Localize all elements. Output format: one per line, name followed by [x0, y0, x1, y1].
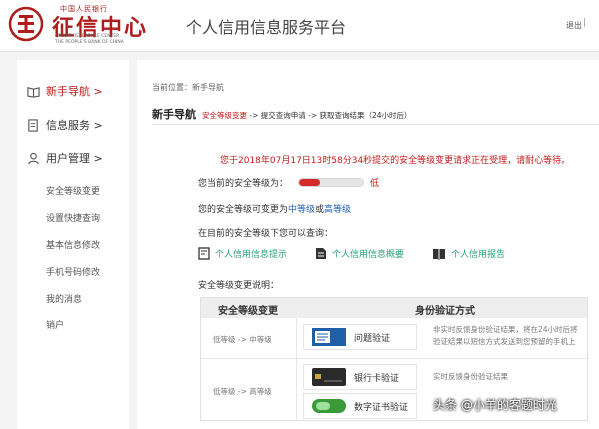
document-icon [28, 118, 38, 132]
question-verification-option[interactable]: 问题验证 [303, 324, 417, 350]
sub-item-basic-info-edit[interactable]: 基本信息修改 [46, 238, 100, 251]
column-divider [296, 318, 297, 420]
bank-card-verification-option[interactable]: 银行卡验证 [303, 364, 417, 390]
page-title: 新手导航 [152, 108, 196, 121]
bank-card-verification-label: 银行卡验证 [354, 373, 400, 384]
query-intro: 在目前的安全等级下您可以查询： [198, 229, 334, 239]
sidebar-item-user-management[interactable]: 用户管理 > [27, 150, 103, 166]
high-level-link[interactable]: 高等级 [324, 205, 351, 215]
digital-cert-verification-option[interactable]: 数字证书验证 [303, 393, 417, 419]
sidebar-item-info-service[interactable]: 信息服务 > [27, 117, 103, 133]
breadcrumb: 当前位置：新手导航 [152, 83, 224, 92]
watermark: 头条 @小羊的客题时光 [433, 398, 557, 412]
sidebar-item-label: 信息服务 > [46, 119, 103, 132]
user-icon [28, 152, 39, 164]
process-steps: 安全等级变更 -> 提交查询申请 -> 获取查询结果（24小时后） [202, 110, 412, 121]
change-to-row: 您的安全等级可变更为中等级或高等级 [198, 202, 351, 215]
table-header: 安全等级变更 身份验证方式 [201, 298, 587, 318]
logout-link[interactable]: 退出 [566, 20, 582, 31]
row-divider [201, 358, 587, 359]
doc-list-icon [316, 248, 327, 259]
current-level-label: 您当前的安全等级为： [198, 179, 289, 189]
sub-item-security-level-change[interactable]: 安全等级变更 [46, 184, 100, 197]
level-change-low-to-medium: 低等级 -> 中等级 [213, 335, 272, 344]
sub-item-my-messages[interactable]: 我的消息 [46, 292, 82, 305]
credit-info-summary-link[interactable]: 个人信用信息概要 [315, 247, 404, 260]
remaining-steps: -> 提交查询申请 -> 获取查询结果（24小时后） [247, 111, 412, 120]
sub-item-quick-query-setup[interactable]: 设置快捷查询 [46, 211, 100, 224]
question-verification-desc-line2: 验证结果以短信方式发送到您预留的手机上 [433, 337, 576, 346]
table-header-level-change: 安全等级变更 [218, 306, 278, 317]
current-level-value: 低 [370, 179, 380, 189]
open-book-icon [27, 86, 40, 98]
header: 中国人民银行 征信中心 CREDIT REFERENCE CENTER THE … [0, 0, 599, 52]
sub-item-close-account[interactable]: 销户 [46, 318, 64, 331]
logo-en-line2: THE PEOPLE'S BANK OF CHINA [55, 40, 124, 45]
bank-card-verification-desc: 实时反馈身份验证结果 [433, 372, 508, 381]
doc-check-icon [198, 247, 210, 260]
main-panel: 当前位置：新手导航 新手导航 安全等级变更 -> 提交查询申请 -> 获取查询结… [137, 60, 599, 429]
security-level-bar-fill [299, 179, 321, 186]
credit-info-hint-link[interactable]: 个人信用信息提示 [198, 247, 287, 260]
current-step: 安全等级变更 [202, 111, 247, 120]
sub-item-phone-number-edit[interactable]: 手机号码修改 [46, 265, 100, 278]
table-header-verification: 身份验证方式 [415, 306, 475, 317]
query-links: 个人信用信息提示 个人信用信息概要 个人信用报告 [198, 247, 533, 260]
medium-level-link[interactable]: 中等级 [288, 205, 315, 215]
bank-card-icon [312, 368, 346, 386]
section-header: 新手导航 安全等级变更 -> 提交查询申请 -> 获取查询结果（24小时后） [152, 106, 412, 122]
book-icon [433, 248, 446, 260]
change-to-or: 或 [315, 205, 325, 215]
security-level-bar [298, 178, 365, 187]
digital-cert-icon [312, 399, 346, 413]
credit-report-link[interactable]: 个人信用报告 [432, 247, 505, 260]
sidebar-item-label: 用户管理 > [46, 152, 103, 165]
credit-info-hint-label: 个人信用信息提示 [215, 250, 288, 260]
explain-title: 安全等级变更说明： [198, 281, 280, 291]
site-title: 个人信用信息服务平台 [186, 18, 347, 37]
question-verification-desc-line1: 非实时反馈身份验证结果，将在24小时后将 [433, 325, 578, 334]
sidebar-item-label: 新手导航 > [46, 85, 103, 98]
change-to-prefix: 您的安全等级可变更为 [198, 205, 289, 215]
sidebar-item-newbie-guide[interactable]: 新手导航 > [27, 83, 103, 99]
header-divider [152, 124, 599, 125]
credit-report-label: 个人信用报告 [451, 250, 506, 260]
question-card-icon [312, 328, 346, 346]
question-verification-label: 问题验证 [354, 333, 391, 344]
sidebar: 新手导航 > 信息服务 > 用户管理 > 安全等级变更 设置快捷查询 基本信息修… [17, 60, 129, 429]
level-change-low-to-high: 低等级 -> 高等级 [213, 387, 272, 396]
credit-info-summary-label: 个人信用信息概要 [332, 250, 405, 260]
header-separator: | [583, 18, 587, 28]
pboc-seal-icon [8, 6, 44, 42]
logo-en-line1: CREDIT REFERENCE CENTER [55, 34, 120, 39]
pending-notice: 您于2018年07月17日13时58分34秒提交的安全等级变更请求正在受理，请耐… [220, 156, 571, 166]
digital-cert-verification-label: 数字证书验证 [354, 402, 409, 413]
current-level-row: 您当前的安全等级为： 低 [198, 176, 379, 189]
question-verification-desc: 非实时反馈身份验证结果，将在24小时后将 验证结果以短信方式发送到您预留的手机上 [433, 324, 578, 348]
